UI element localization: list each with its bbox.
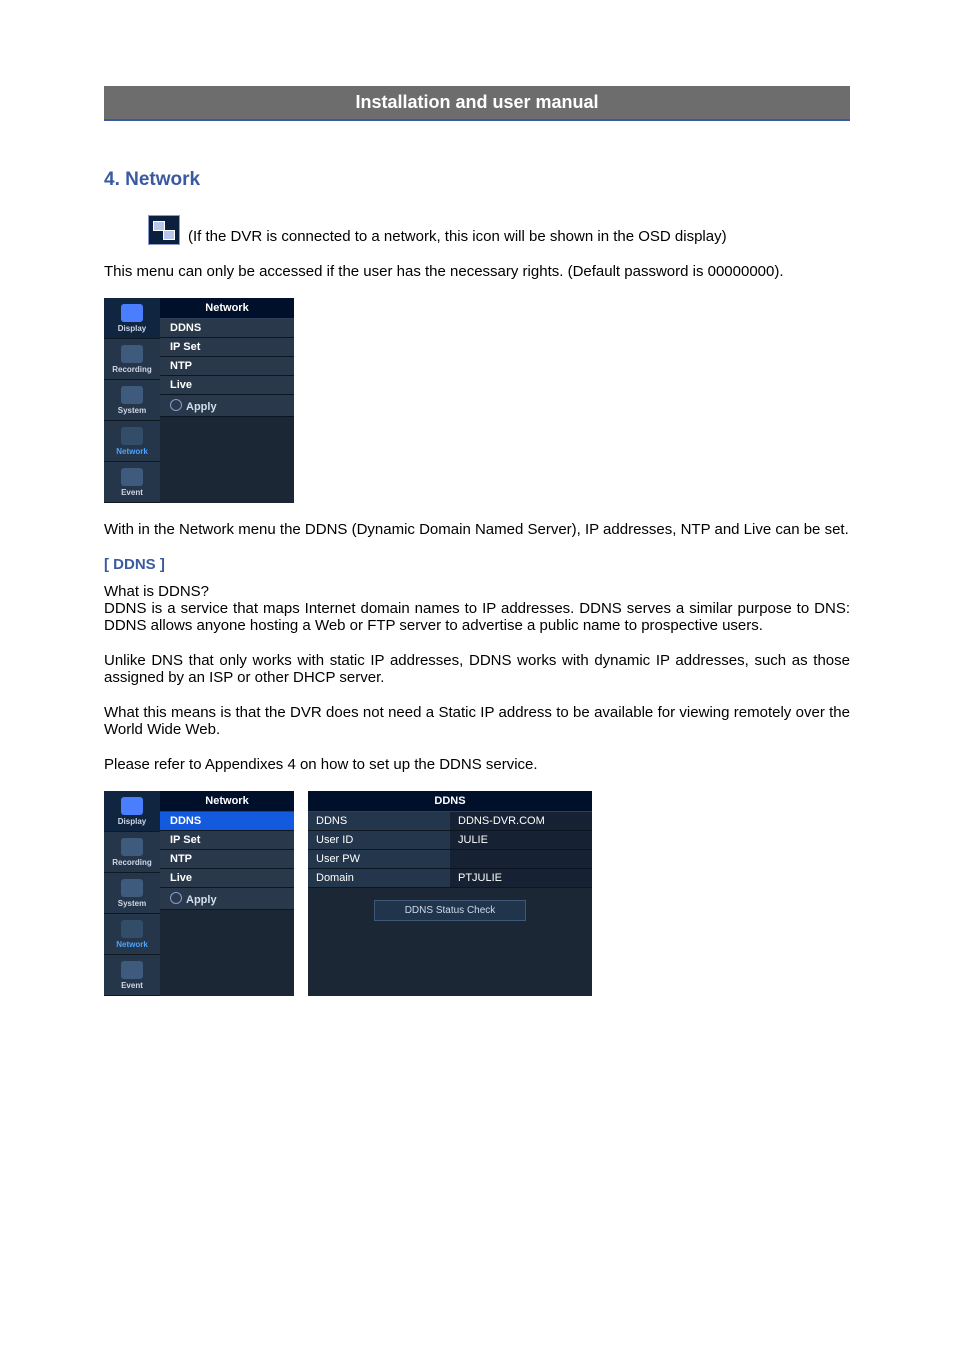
paragraph-what-is-ddns-a: DDNS is a service that maps Internet dom… <box>104 600 850 634</box>
network-status-icon <box>148 215 180 245</box>
network-menu-screenshot: Display Recording System Network Event N… <box>104 298 294 503</box>
paragraph-menu-desc: With in the Network menu the DDNS (Dynam… <box>104 521 850 538</box>
menu-item-ipset: IP Set <box>160 831 294 850</box>
icon-caption: (If the DVR is connected to a network, t… <box>188 228 727 245</box>
refresh-icon <box>170 892 182 904</box>
menu-item-apply: Apply <box>160 395 294 417</box>
domain-field-label: Domain <box>308 869 450 887</box>
menu-item-live: Live <box>160 869 294 888</box>
sidebar-item-system: System <box>104 873 160 914</box>
domain-field-value: PTJULIE <box>450 869 592 887</box>
menu-item-ipset: IP Set <box>160 338 294 357</box>
section-heading: 4. Network <box>104 169 850 191</box>
ddns-pane-header: DDNS <box>308 791 592 812</box>
paragraph-dns-vs-ddns: Unlike DNS that only works with static I… <box>104 652 850 686</box>
sidebar-item-display: Display <box>104 298 160 339</box>
sidebar-item-network: Network <box>104 421 160 462</box>
menu-item-ntp: NTP <box>160 357 294 376</box>
subheading-ddns: [ DDNS ] <box>104 556 850 573</box>
ddns-field-label: DDNS <box>308 812 450 830</box>
userid-field-value: JULIE <box>450 831 592 849</box>
sidebar-item-network: Network <box>104 914 160 955</box>
ddns-status-check-button: DDNS Status Check <box>374 900 526 921</box>
sidebar-item-recording: Recording <box>104 832 160 873</box>
paragraph-dvr-remote: What this means is that the DVR does not… <box>104 704 850 738</box>
paragraph-appendix-ref: Please refer to Appendixes 4 on how to s… <box>104 756 850 773</box>
menu-header: Network <box>160 298 294 319</box>
sidebar-item-recording: Recording <box>104 339 160 380</box>
ddns-field-value: DDNS-DVR.COM <box>450 812 592 830</box>
ddns-config-screenshot: Display Recording System Network Event N… <box>104 791 850 996</box>
menu-item-ddns: DDNS <box>160 319 294 338</box>
paragraph-what-is-ddns-q: What is DDNS? <box>104 583 850 600</box>
sidebar-item-event: Event <box>104 462 160 503</box>
userpw-field-value <box>450 850 592 868</box>
sidebar-item-event: Event <box>104 955 160 996</box>
ddns-settings-pane: DDNS DDNSDDNS-DVR.COM User IDJULIE User … <box>308 791 592 996</box>
refresh-icon <box>170 399 182 411</box>
userid-field-label: User ID <box>308 831 450 849</box>
userpw-field-label: User PW <box>308 850 450 868</box>
sidebar-item-system: System <box>104 380 160 421</box>
menu-header: Network <box>160 791 294 812</box>
menu-item-ntp: NTP <box>160 850 294 869</box>
menu-item-apply: Apply <box>160 888 294 910</box>
paragraph-access: This menu can only be accessed if the us… <box>104 263 850 280</box>
sidebar-item-display: Display <box>104 791 160 832</box>
menu-item-live: Live <box>160 376 294 395</box>
menu-item-ddns-selected: DDNS <box>160 812 294 831</box>
title-bar: Installation and user manual <box>104 86 850 121</box>
